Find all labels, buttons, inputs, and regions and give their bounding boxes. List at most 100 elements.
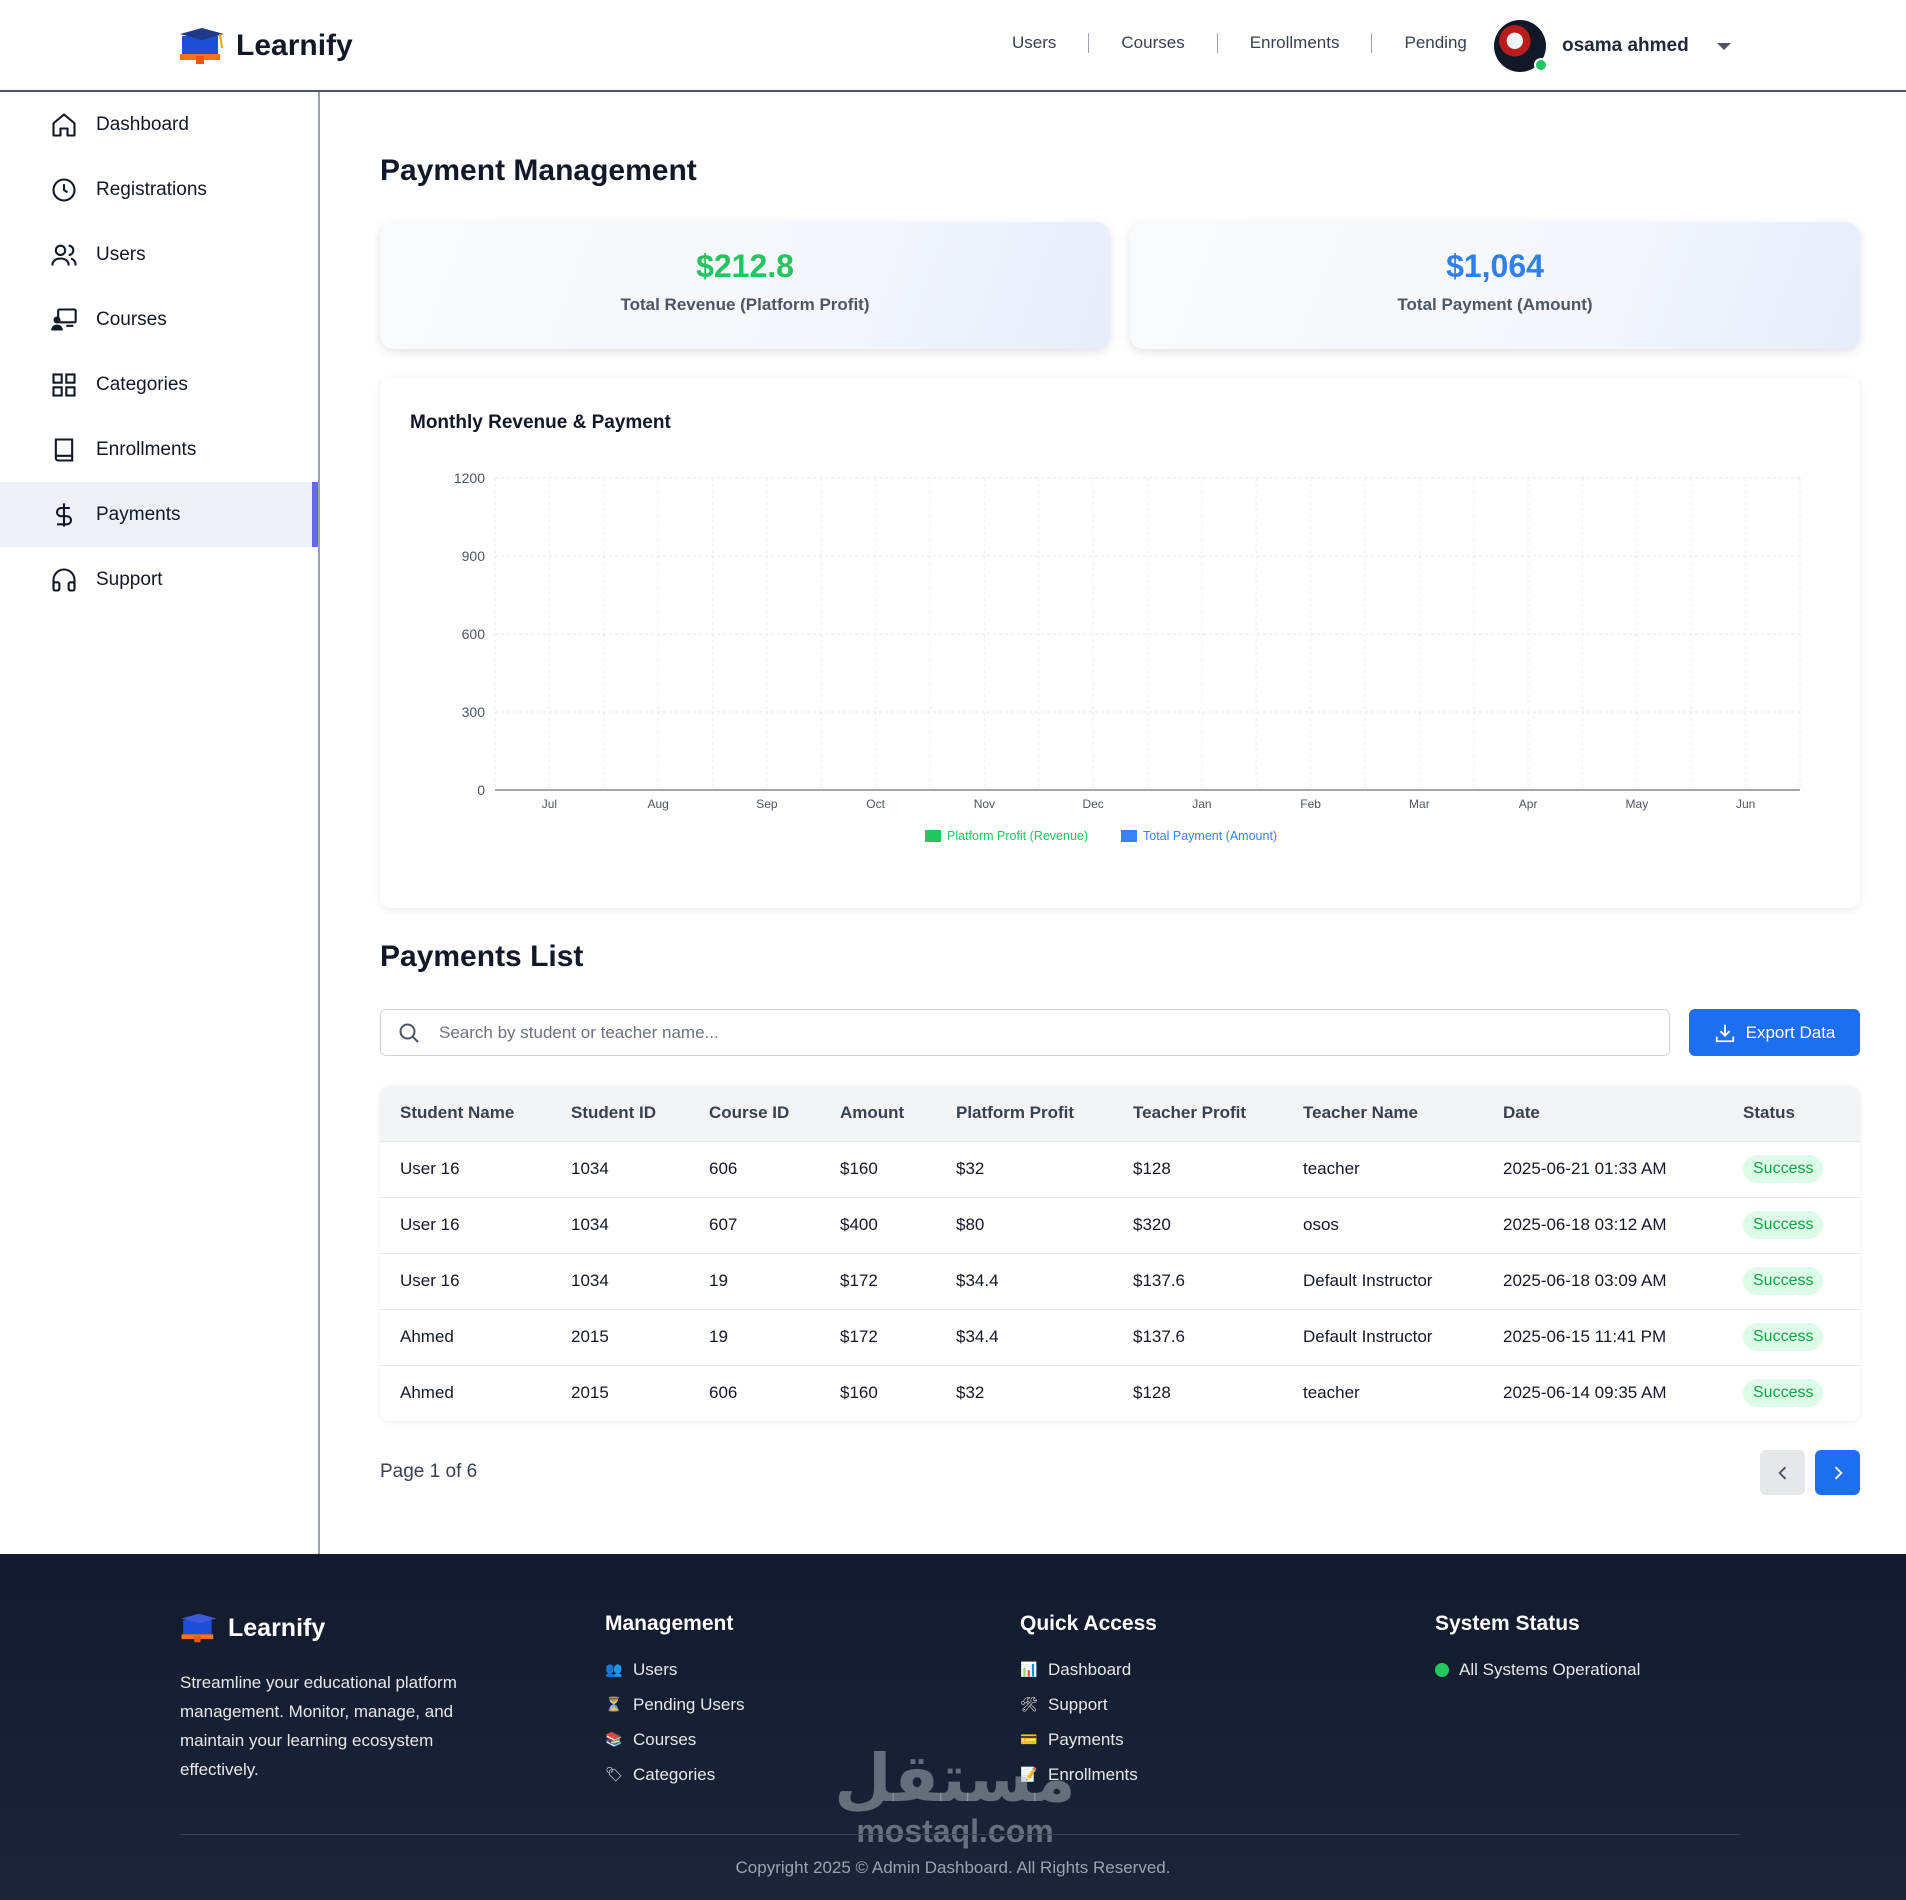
export-data-button[interactable]: Export Data [1689, 1009, 1860, 1056]
chevron-down-icon[interactable] [1716, 42, 1731, 50]
sidebar: Dashboard Registrations Users Courses Ca… [0, 92, 320, 1554]
revenue-chart-card: Monthly Revenue & Payment 0 300 600 900 1200… [380, 378, 1860, 908]
top-nav: Users Courses Enrollments Pending [980, 33, 1499, 53]
next-page-button[interactable] [1815, 1450, 1860, 1495]
footer-link-support[interactable]: 🛠 Support [1020, 1687, 1157, 1722]
footer-link-label: Users [633, 1659, 678, 1679]
table-row[interactable]: User 16 1034 607 $400 $80 $320 osos 2025… [380, 1197, 1860, 1253]
course-id-cell: 607 [709, 1215, 738, 1234]
system-status-indicator: All Systems Operational [1435, 1652, 1640, 1687]
sidebar-item-dashboard[interactable]: Dashboard [0, 92, 318, 157]
previous-page-button[interactable] [1760, 1450, 1805, 1495]
footer-brand-name: Learnify [228, 1613, 326, 1642]
platform-profit-cell: $34.4 [956, 1271, 999, 1290]
topnav-courses[interactable]: Courses [1089, 33, 1216, 53]
online-status-dot [1534, 58, 1548, 72]
sidebar-item-categories[interactable]: Categories [0, 352, 318, 417]
column-header[interactable]: Student ID [551, 1086, 689, 1141]
tools-icon: 🛠 [1020, 1696, 1038, 1712]
brand-logo-icon [181, 1613, 217, 1643]
y-tick-label: 900 [462, 548, 486, 564]
course-id-cell: 606 [709, 1383, 738, 1403]
date-cell: 2025-06-14 09:35 AM [1503, 1383, 1667, 1403]
profile-menu[interactable]: osama ahmed [1494, 20, 1731, 72]
column-header[interactable]: Teacher Profit [1113, 1086, 1283, 1141]
sidebar-item-courses[interactable]: Courses [0, 287, 318, 352]
table-row[interactable]: Ahmed 2015 19 $172 $34.4 $137.6 Default … [380, 1309, 1860, 1365]
x-tick-label: May [1626, 797, 1649, 811]
table-row[interactable]: Ahmed 2015 606 $160 $32 $128 teacher 202… [380, 1365, 1860, 1421]
column-header[interactable]: Amount [820, 1086, 936, 1141]
x-tick-label: Mar [1409, 797, 1430, 811]
x-tick-label: Jul [542, 797, 557, 811]
revenue-value: $212.8 [696, 248, 794, 284]
profile-name: osama ahmed [1562, 35, 1689, 56]
status-cell: Success [1723, 1309, 1860, 1365]
y-tick-label: 1200 [454, 470, 485, 486]
footer-link-categories[interactable]: 🏷 Categories [605, 1757, 745, 1792]
column-header[interactable]: Student Name [380, 1086, 551, 1141]
amount-cell: $172 [840, 1271, 878, 1290]
sidebar-item-payments[interactable]: Payments [0, 482, 318, 547]
footer-divider [180, 1834, 1740, 1835]
status-cell: Success [1723, 1365, 1860, 1421]
topnav-pending[interactable]: Pending [1372, 33, 1498, 53]
page-title: Payment Management [380, 154, 697, 187]
date-cell: 2025-06-15 11:41 PM [1503, 1327, 1667, 1346]
footer-link-courses[interactable]: 📚 Courses [605, 1722, 745, 1757]
footer-link-label: Pending Users [633, 1694, 745, 1714]
platform-profit-cell: $32 [956, 1159, 985, 1178]
sidebar-item-label: Users [96, 243, 146, 265]
student-id-cell: 1034 [571, 1271, 609, 1290]
column-header[interactable]: Platform Profit [936, 1086, 1113, 1141]
pagination-info: Page 1 of 6 [380, 1461, 478, 1482]
watermark: مستقل mostaql.com [830, 1744, 1080, 1849]
sidebar-item-support[interactable]: Support [0, 547, 318, 612]
teacher-name-cell: teacher [1303, 1383, 1360, 1403]
legend-swatch [925, 830, 941, 842]
legend-label: Total Payment (Amount) [1143, 829, 1277, 843]
presentation-icon [51, 307, 77, 330]
export-data-label: Export Data [1745, 1022, 1836, 1042]
column-header[interactable]: Status [1723, 1086, 1860, 1141]
teacher-profit-cell: $320 [1133, 1215, 1171, 1234]
column-header[interactable]: Course ID [689, 1086, 820, 1141]
y-tick-label: 600 [462, 626, 486, 642]
footer-link-users[interactable]: 👥 Users [605, 1652, 745, 1687]
search-input[interactable] [439, 1022, 1619, 1043]
sidebar-item-label: Support [96, 568, 163, 590]
table-row[interactable]: User 16 1034 19 $172 $34.4 $137.6 Defaul… [380, 1253, 1860, 1309]
sidebar-item-enrollments[interactable]: Enrollments [0, 417, 318, 482]
topnav-enrollments[interactable]: Enrollments [1218, 33, 1372, 53]
footer-link-dashboard[interactable]: 📊 Dashboard [1020, 1652, 1157, 1687]
sidebar-item-users[interactable]: Users [0, 222, 318, 287]
sidebar-item-label: Registrations [96, 178, 207, 200]
teacher-profit-cell: $128 [1133, 1383, 1171, 1403]
amount-cell: $400 [840, 1215, 878, 1234]
watermark-latin: mostaql.com [856, 1813, 1054, 1849]
platform-profit-cell: $34.4 [956, 1327, 999, 1346]
avatar[interactable] [1494, 20, 1548, 72]
revenue-chart: 0 300 600 900 1200 Jul Aug Sep Oct Nov Dec Jan Feb Ma… [454, 470, 1801, 843]
status-cell: Success [1723, 1253, 1860, 1309]
revenue-label: Total Revenue (Platform Profit) [620, 295, 870, 314]
table-row[interactable]: User 16 1034 606 $160 $32 $128 teacher 2… [380, 1141, 1860, 1197]
column-header[interactable]: Date [1483, 1086, 1723, 1141]
teacher-profit-cell: $137.6 [1133, 1271, 1185, 1290]
payment-value: $1,064 [1446, 248, 1544, 284]
footer-system-status-title: System Status [1435, 1612, 1580, 1635]
x-tick-label: Apr [1519, 797, 1538, 811]
student-id-cell: 1034 [571, 1159, 609, 1178]
chevron-right-icon [1834, 1466, 1843, 1479]
brand[interactable]: Learnify [178, 26, 353, 66]
footer-link-pending-users[interactable]: ⏳ Pending Users [605, 1687, 745, 1722]
topnav-users[interactable]: Users [980, 33, 1088, 53]
payment-stat-card: $1,064 Total Payment (Amount) [1130, 222, 1860, 349]
column-header[interactable]: Teacher Name [1283, 1086, 1483, 1141]
student-name-cell: Ahmed [400, 1327, 454, 1346]
footer-brand[interactable]: Learnify [180, 1612, 325, 1644]
status-dot-icon [1435, 1662, 1449, 1677]
sidebar-item-registrations[interactable]: Registrations [0, 157, 318, 222]
system-status-text: All Systems Operational [1459, 1659, 1641, 1679]
student-id-cell: 2015 [571, 1383, 609, 1403]
